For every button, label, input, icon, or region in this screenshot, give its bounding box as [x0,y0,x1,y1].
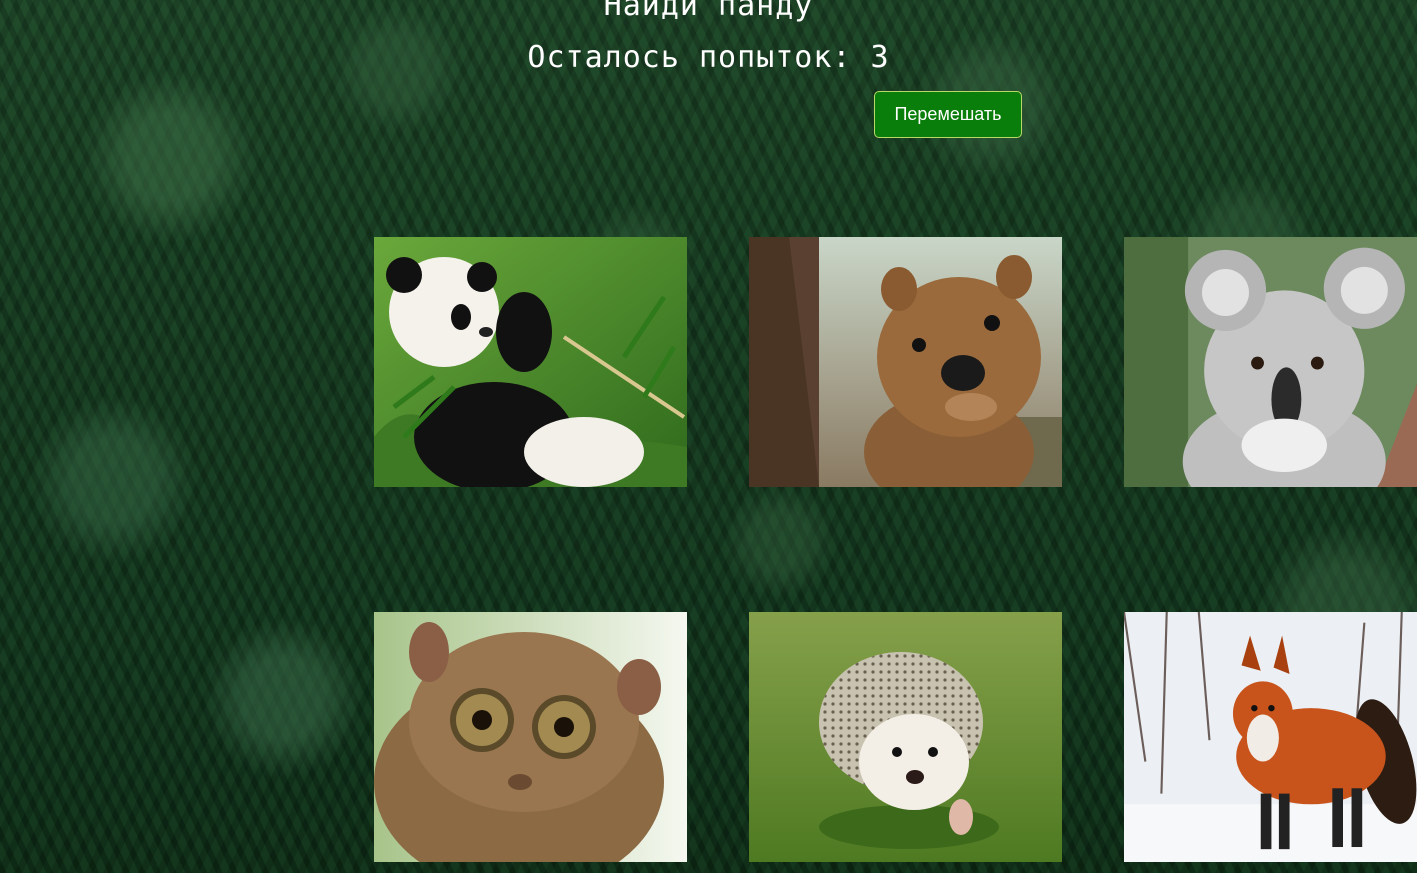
card-panda[interactable] [374,237,687,487]
hedgehog-image [749,612,1062,862]
card-koala[interactable] [1124,237,1417,487]
quokka-image [749,237,1062,487]
fox-image [1124,612,1417,862]
card-fox[interactable] [1124,612,1417,862]
shuffle-button[interactable]: Перемешать [874,91,1022,138]
card-hedgehog[interactable] [749,612,1062,862]
game-title: Найди панду [603,0,814,23]
attempts-counter: Осталось попыток: 3 [527,40,890,75]
card-quokka[interactable] [749,237,1062,487]
card-tarsier[interactable] [374,612,687,862]
koala-image [1124,237,1417,487]
tarsier-image [374,612,687,862]
panda-image [374,237,687,487]
